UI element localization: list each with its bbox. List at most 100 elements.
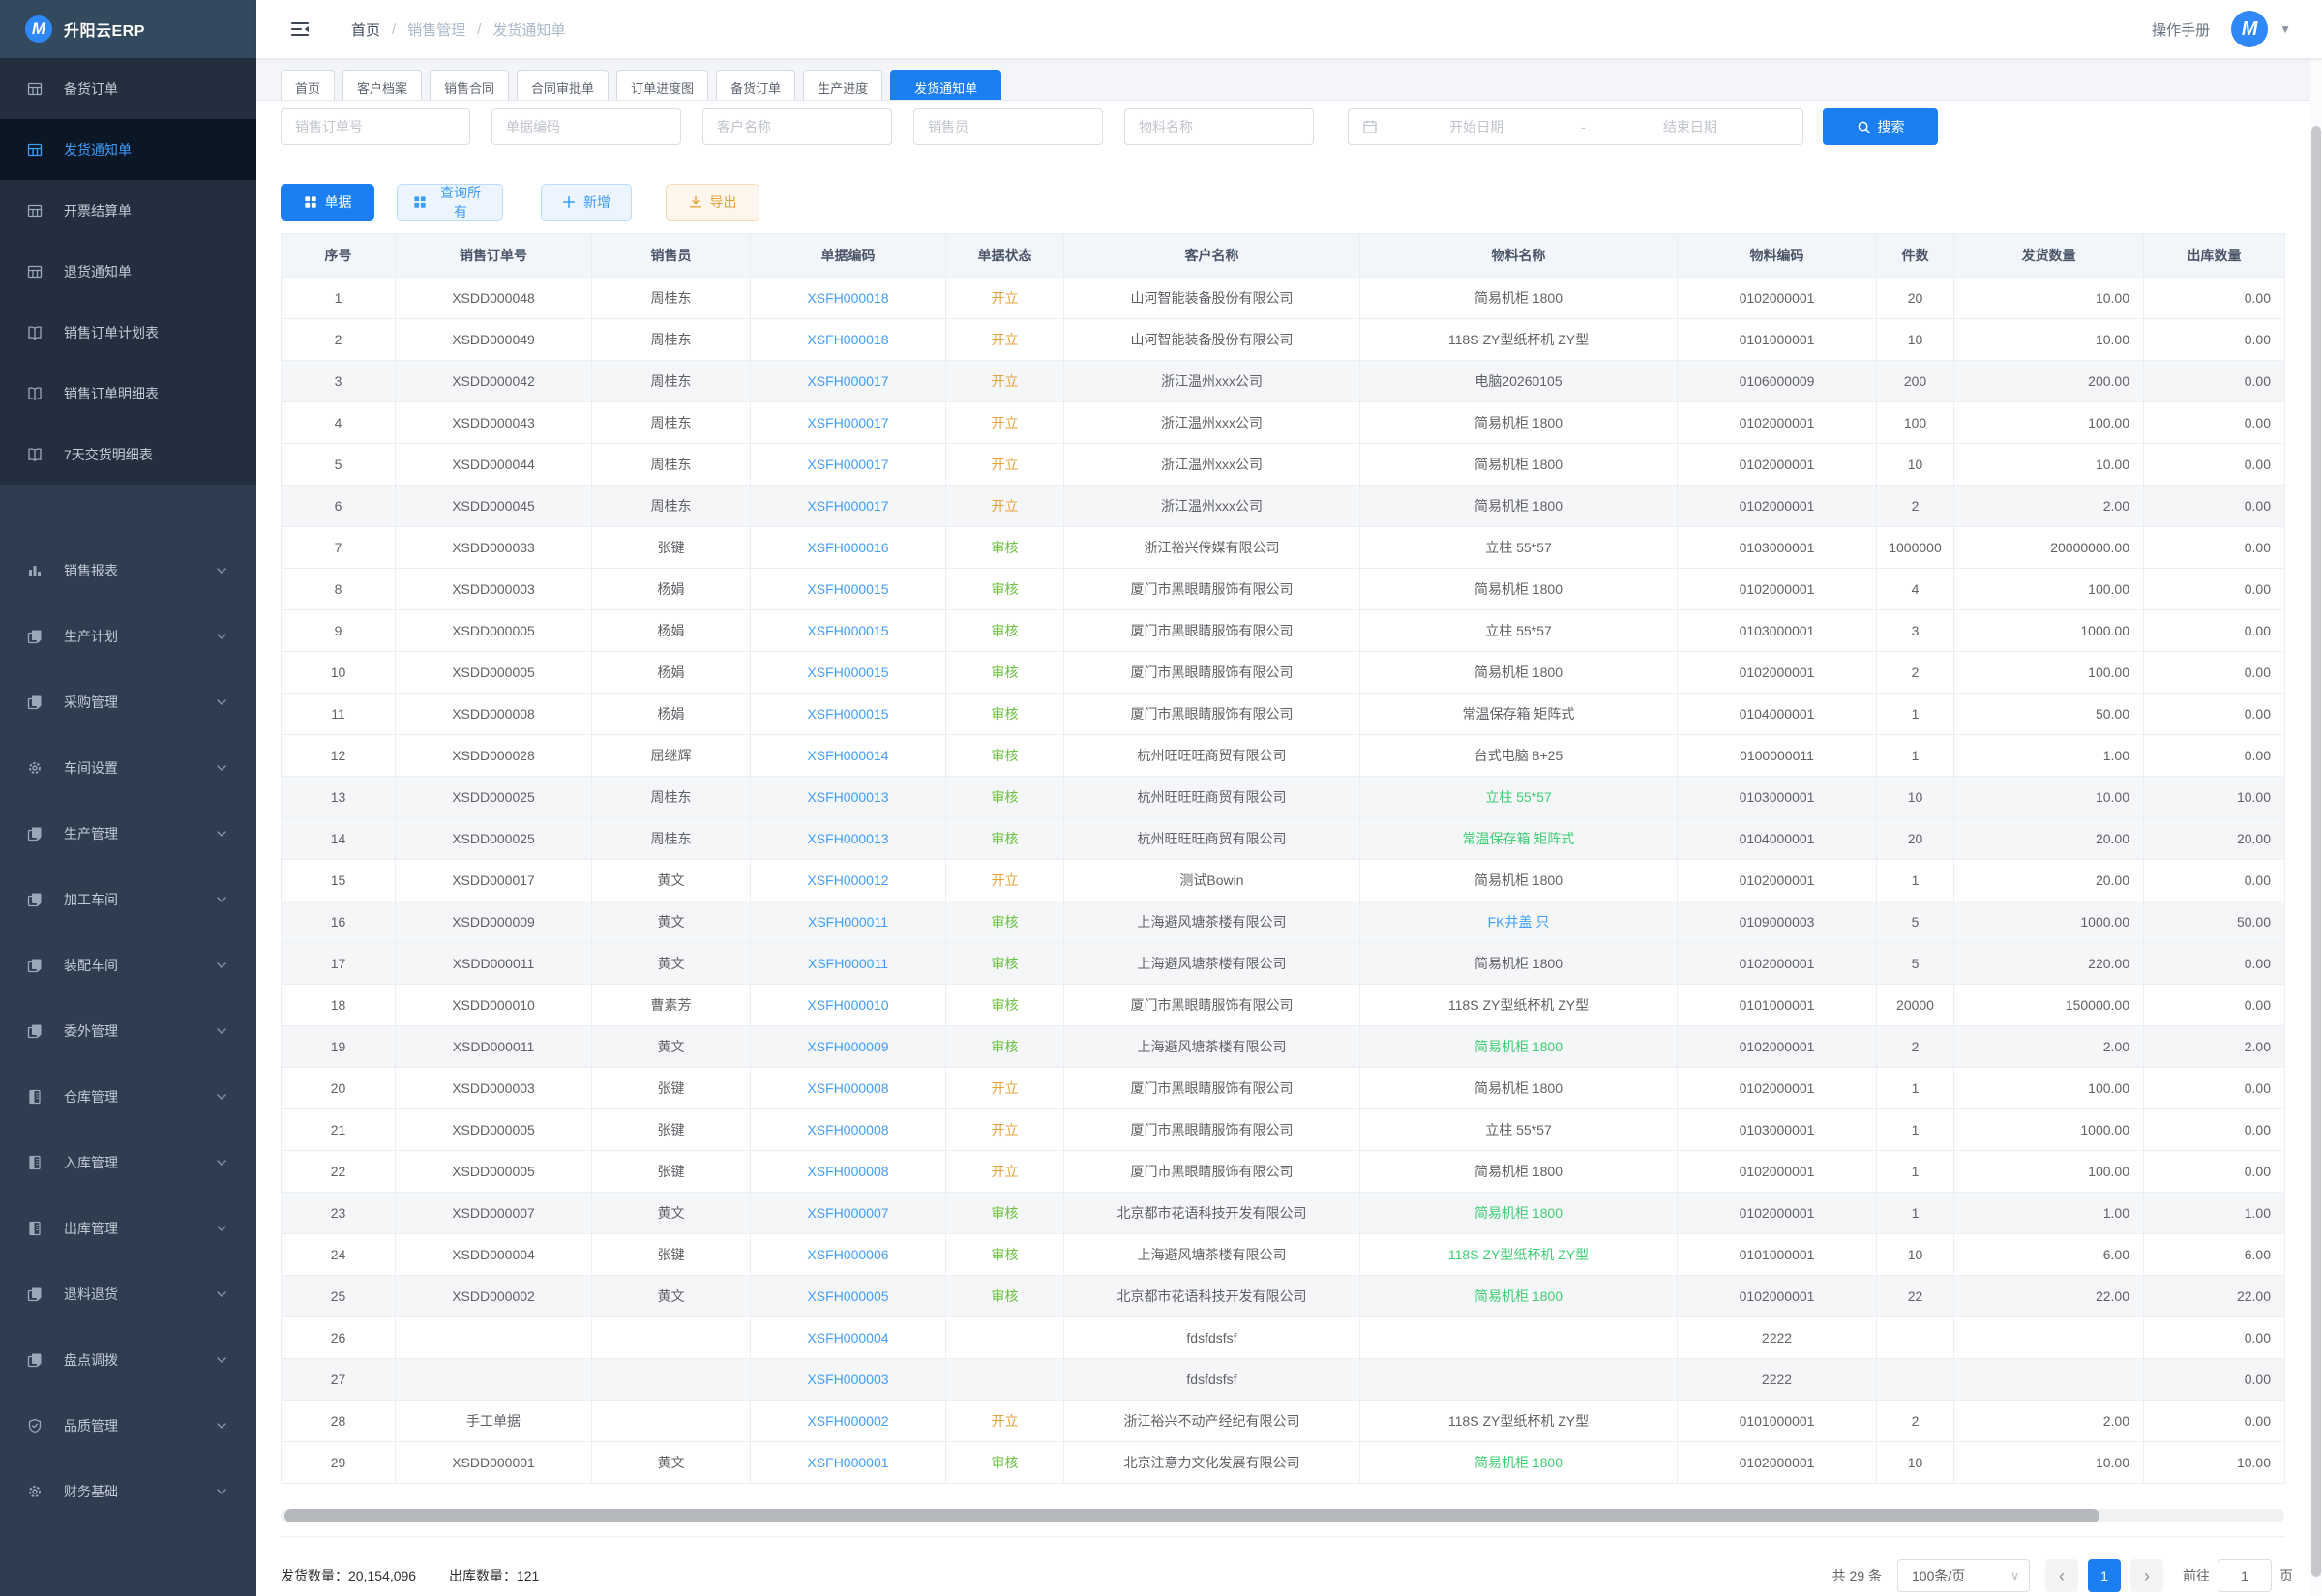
sidebar-item-13[interactable]: 加工车间 <box>0 867 256 932</box>
sidebar-item-6[interactable]: 销售订单明细表 <box>0 363 256 424</box>
next-page-button[interactable]: › <box>2130 1559 2163 1592</box>
sidebar-item-4[interactable]: 退货通知单 <box>0 241 256 302</box>
doc-code-link[interactable]: XSFH000013 <box>807 789 888 805</box>
date-range-picker[interactable]: 开始日期-结束日期 <box>1348 108 1803 145</box>
table-hscrollbar-thumb[interactable] <box>284 1509 2099 1522</box>
doc-code-link[interactable]: XSFH000012 <box>807 872 888 888</box>
sidebar-item-20[interactable]: 盘点调拨 <box>0 1327 256 1393</box>
cell-customer: 厦门市黑眼睛服饰有限公司 <box>1064 610 1360 652</box>
sidebar-item-10[interactable]: 采购管理 <box>0 669 256 735</box>
doc-code-link[interactable]: XSFH000007 <box>807 1205 888 1221</box>
manual-link[interactable]: 操作手册 <box>2152 19 2210 40</box>
doc-code-link[interactable]: XSFH000017 <box>807 373 888 389</box>
open-tab-2[interactable]: 客户档案 <box>342 70 422 100</box>
doc-code-link[interactable]: XSFH000008 <box>807 1122 888 1138</box>
open-tab-6[interactable]: 备货订单 <box>716 70 795 100</box>
open-tab-1[interactable]: 首页 <box>281 70 335 100</box>
export-button[interactable]: 导出 <box>666 184 759 221</box>
doc-code-link[interactable]: XSFH000016 <box>807 540 888 555</box>
doc-code-link[interactable]: XSFH000014 <box>807 748 888 763</box>
doc-code-link[interactable]: XSFH000003 <box>807 1372 888 1387</box>
cell-seller: 张键 <box>592 1068 751 1109</box>
sidebar-item-16[interactable]: 仓库管理 <box>0 1064 256 1130</box>
filter-input-4[interactable] <box>913 108 1103 145</box>
doc-code-link[interactable]: XSFH000015 <box>807 623 888 638</box>
doc-code-link[interactable]: XSFH000011 <box>808 914 888 930</box>
cell-customer: 浙江裕兴传媒有限公司 <box>1064 527 1360 569</box>
sidebar-item-19[interactable]: 退料退货 <box>0 1261 256 1327</box>
page-vscrollbar-track[interactable] <box>2310 60 2322 1596</box>
sidebar-item-14[interactable]: 装配车间 <box>0 932 256 998</box>
sidebar-item-5[interactable]: 销售订单计划表 <box>0 302 256 363</box>
sidebar-item-17[interactable]: 入库管理 <box>0 1130 256 1196</box>
sidebar-item-7[interactable]: 7天交货明细表 <box>0 424 256 485</box>
goto-page-input[interactable] <box>2218 1559 2272 1592</box>
doc-code-link[interactable]: XSFH000017 <box>807 415 888 430</box>
sidebar-item-8[interactable]: 销售报表 <box>0 538 256 604</box>
cell-customer: 厦门市黑眼睛服饰有限公司 <box>1064 1068 1360 1109</box>
column-header-1: 序号 <box>282 234 396 278</box>
current-page-button[interactable]: 1 <box>2088 1559 2121 1592</box>
sidebar-item-2[interactable]: 发货通知单 <box>0 119 256 180</box>
collapse-sidebar-icon[interactable] <box>289 18 311 40</box>
cell-ship-qty: 20000000.00 <box>1954 527 2144 569</box>
open-tab-8[interactable]: 发货通知单 <box>890 70 1001 100</box>
sidebar-item-label: 仓库管理 <box>64 1087 118 1107</box>
sidebar-item-1[interactable]: 备货订单 <box>0 58 256 119</box>
doc-code-link[interactable]: XSFH000017 <box>807 457 888 472</box>
user-avatar[interactable]: M <box>2231 11 2268 47</box>
doc-code-link[interactable]: XSFH000013 <box>807 831 888 846</box>
doc-code-link[interactable]: XSFH000017 <box>807 498 888 514</box>
filter-input-5[interactable] <box>1124 108 1314 145</box>
sidebar-item-12[interactable]: 生产管理 <box>0 801 256 867</box>
doc-code-link[interactable]: XSFH000018 <box>807 332 888 347</box>
doc-code-link[interactable]: XSFH000011 <box>808 956 888 971</box>
doc-code-link[interactable]: XSFH000015 <box>807 706 888 722</box>
doc-code-link[interactable]: XSFH000005 <box>807 1288 888 1304</box>
doc-code-link[interactable]: XSFH000006 <box>807 1247 888 1262</box>
cell-out-qty: 0.00 <box>2144 527 2285 569</box>
doc-code-link[interactable]: XSFH000008 <box>807 1164 888 1179</box>
filter-input-2[interactable] <box>491 108 681 145</box>
doc-code-link[interactable]: XSFH000015 <box>807 581 888 597</box>
user-menu-caret-icon[interactable]: ▼ <box>2279 22 2291 36</box>
doc-code-link[interactable]: XSFH000002 <box>807 1413 888 1429</box>
doc-code-link[interactable]: XSFH000008 <box>807 1080 888 1096</box>
prev-page-button[interactable]: ‹ <box>2045 1559 2078 1592</box>
table-hscrollbar-track[interactable] <box>281 1509 2284 1522</box>
doc-code-link[interactable]: XSFH000018 <box>807 290 888 306</box>
sidebar-item-22[interactable]: 财务基础 <box>0 1459 256 1524</box>
sidebar-item-18[interactable]: 出库管理 <box>0 1196 256 1261</box>
sidebar-item-11[interactable]: 车间设置 <box>0 735 256 801</box>
open-tab-5[interactable]: 订单进度图 <box>616 70 708 100</box>
doc-code-link[interactable]: XSFH000015 <box>807 665 888 680</box>
query-all-button[interactable]: 查询所有 <box>397 184 503 221</box>
cell-out-qty: 0.00 <box>2144 985 2285 1026</box>
sidebar-item-3[interactable]: 开票结算单 <box>0 180 256 241</box>
cell-material: 简易机柜 1800 <box>1360 486 1678 527</box>
breadcrumb-home[interactable]: 首页 <box>351 19 380 40</box>
doc-code-link[interactable]: XSFH000001 <box>807 1455 888 1470</box>
doc-code-link[interactable]: XSFH000010 <box>807 997 888 1013</box>
page-size-select[interactable]: 100条/页 ∨ <box>1897 1559 2030 1592</box>
open-tab-4[interactable]: 合同审批单 <box>517 70 609 100</box>
doc-code-link[interactable]: XSFH000009 <box>807 1039 888 1054</box>
doc-code-link[interactable]: XSFH000004 <box>807 1330 888 1345</box>
search-button[interactable]: 搜索 <box>1823 108 1938 145</box>
filter-input-3[interactable] <box>702 108 892 145</box>
page-vscrollbar-thumb[interactable] <box>2311 126 2321 1577</box>
cell-material-code: 0102000001 <box>1678 1193 1877 1234</box>
breadcrumb-sales[interactable]: 销售管理 <box>407 19 465 40</box>
chevron-down-icon <box>214 563 229 578</box>
sidebar-item-15[interactable]: 委外管理 <box>0 998 256 1064</box>
add-button[interactable]: 新增 <box>541 184 632 221</box>
docs-button[interactable]: 单据 <box>281 184 374 221</box>
sidebar-item-21[interactable]: 品质管理 <box>0 1393 256 1459</box>
open-tab-7[interactable]: 生产进度 <box>803 70 882 100</box>
cell-material-code: 0102000001 <box>1678 1026 1877 1068</box>
filter-input-1[interactable] <box>281 108 470 145</box>
sidebar-item-9[interactable]: 生产计划 <box>0 604 256 669</box>
open-tab-3[interactable]: 销售合同 <box>430 70 509 100</box>
cell-material: 立柱 55*57 <box>1360 527 1678 569</box>
cell-customer: 浙江裕兴不动产经纪有限公司 <box>1064 1401 1360 1442</box>
